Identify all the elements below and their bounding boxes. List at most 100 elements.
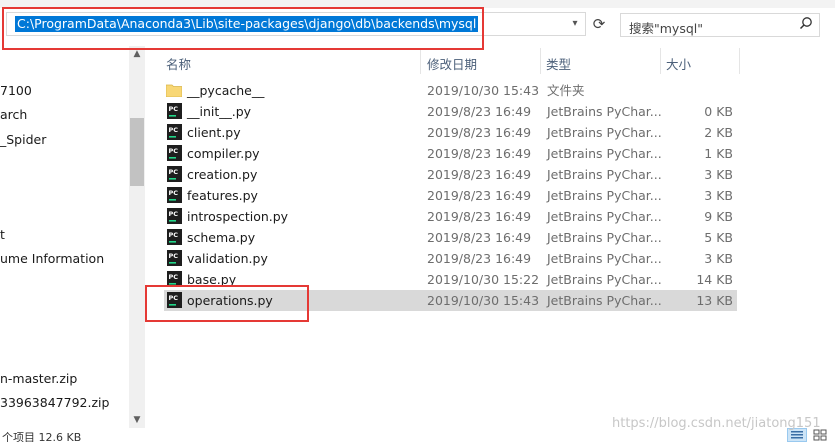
pycharm-file-icon: PC xyxy=(167,229,182,245)
pycharm-file-icon: PC xyxy=(167,166,182,182)
file-row[interactable]: PC operations.py 2019/10/30 15:43 JetBrain… xyxy=(164,290,737,311)
file-date: 2019/8/23 16:49 xyxy=(427,167,532,182)
file-row[interactable]: PC client.py 2019/8/23 16:49 JetBrains PyC… xyxy=(164,122,737,143)
svg-text:PC: PC xyxy=(169,231,179,239)
pycharm-file-icon: PC xyxy=(167,187,182,203)
pycharm-file-icon: PC xyxy=(167,292,182,308)
column-header-date[interactable]: 修改日期 xyxy=(427,54,477,73)
svg-text:PC: PC xyxy=(169,168,179,176)
file-size: 0 KB xyxy=(704,104,733,119)
column-header-type[interactable]: 类型 xyxy=(546,54,571,73)
file-size: 13 KB xyxy=(696,293,733,308)
file-type: JetBrains PyChar... xyxy=(547,125,662,140)
file-size: 9 KB xyxy=(704,209,733,224)
chevron-down-icon[interactable]: ▾ xyxy=(567,15,583,33)
nav-item[interactable]: arch xyxy=(0,107,27,122)
svg-text:PC: PC xyxy=(169,126,179,134)
file-size: 1 KB xyxy=(704,146,733,161)
file-row[interactable]: PC schema.py 2019/8/23 16:49 JetBrains PyC… xyxy=(164,227,737,248)
column-divider[interactable] xyxy=(660,48,661,74)
file-name[interactable]: compiler.py xyxy=(187,145,260,162)
file-type: JetBrains PyChar... xyxy=(547,188,662,203)
pycharm-file-icon: PC xyxy=(167,103,182,119)
nav-item[interactable]: _Spider xyxy=(0,132,46,147)
file-size: 3 KB xyxy=(704,188,733,203)
nav-item[interactable]: ume Information xyxy=(0,251,104,266)
file-size: 2 KB xyxy=(704,125,733,140)
file-row[interactable]: PC features.py 2019/8/23 16:49 JetBrains P… xyxy=(164,185,737,206)
file-type: JetBrains PyChar... xyxy=(547,272,662,287)
file-date: 2019/10/30 15:43 xyxy=(427,83,540,98)
file-size: 3 KB xyxy=(704,251,733,266)
nav-item[interactable]: 7100 xyxy=(0,83,32,98)
file-date: 2019/8/23 16:49 xyxy=(427,125,532,140)
file-row[interactable]: PC compiler.py 2019/8/23 16:49 JetBrains P… xyxy=(164,143,737,164)
file-type: JetBrains PyChar... xyxy=(547,209,662,224)
file-name[interactable]: __init__.py xyxy=(187,103,251,120)
scroll-up-arrow-icon[interactable]: ▲ xyxy=(129,46,145,62)
file-name[interactable]: schema.py xyxy=(187,229,255,246)
svg-text:PC: PC xyxy=(169,210,179,218)
file-name[interactable]: validation.py xyxy=(187,250,268,267)
file-name[interactable]: features.py xyxy=(187,187,258,204)
magnifier-icon[interactable] xyxy=(799,16,813,34)
file-row[interactable]: PC __init__.py 2019/8/23 16:49 JetBrains P… xyxy=(164,101,737,122)
file-type: 文件夹 xyxy=(547,83,585,98)
nav-item[interactable]: n-master.zip xyxy=(0,371,77,386)
address-path-text[interactable]: C:\ProgramData\Anaconda3\Lib\site-packag… xyxy=(15,16,479,32)
file-date: 2019/8/23 16:49 xyxy=(427,188,532,203)
file-date: 2019/8/23 16:49 xyxy=(427,146,532,161)
file-type: JetBrains PyChar... xyxy=(547,167,662,182)
file-date: 2019/8/23 16:49 xyxy=(427,230,532,245)
column-header-name[interactable]: 名称 xyxy=(166,54,191,73)
file-name[interactable]: __pycache__ xyxy=(187,82,264,99)
file-name[interactable]: creation.py xyxy=(187,166,257,183)
navigation-pane: 7100 arch _Spider t ume Information n-ma… xyxy=(0,46,130,442)
pycharm-file-icon: PC xyxy=(167,250,182,266)
svg-text:PC: PC xyxy=(169,147,179,155)
file-size: 3 KB xyxy=(704,167,733,182)
file-row[interactable]: PC introspection.py 2019/8/23 16:49 JetBra… xyxy=(164,206,737,227)
file-date: 2019/8/23 16:49 xyxy=(427,251,532,266)
scrollbar-thumb[interactable] xyxy=(130,118,144,186)
search-placeholder[interactable]: 搜索"mysql" xyxy=(629,18,703,37)
file-name[interactable]: client.py xyxy=(187,124,241,141)
nav-item[interactable]: 33963847792.zip xyxy=(0,395,109,410)
column-divider[interactable] xyxy=(739,48,740,74)
file-row[interactable]: PC base.py 2019/10/30 15:22 JetBrains PyCh… xyxy=(164,269,737,290)
pycharm-file-icon: PC xyxy=(167,124,182,140)
search-input[interactable]: 搜索"mysql" xyxy=(620,13,820,37)
nav-scrollbar[interactable]: ▲ ▼ xyxy=(129,46,145,428)
column-divider[interactable] xyxy=(540,48,541,74)
pycharm-file-icon: PC xyxy=(167,208,182,224)
refresh-icon[interactable]: ⟳ xyxy=(588,13,610,35)
file-type: JetBrains PyChar... xyxy=(547,293,662,308)
pycharm-file-icon: PC xyxy=(167,145,182,161)
watermark-text: https://blog.csdn.net/jiatong151 xyxy=(612,416,821,431)
file-type: JetBrains PyChar... xyxy=(547,230,662,245)
file-list: 名称 修改日期 类型 大小 __pycache__ 2019/10/30 15:4… xyxy=(150,46,835,428)
file-size: 14 KB xyxy=(696,272,733,287)
file-name[interactable]: base.py xyxy=(187,271,236,288)
scroll-down-arrow-icon[interactable]: ▼ xyxy=(129,412,145,428)
address-bar[interactable]: C:\ProgramData\Anaconda3\Lib\site-packag… xyxy=(6,12,586,36)
file-size: 5 KB xyxy=(704,230,733,245)
file-name[interactable]: operations.py xyxy=(187,292,273,309)
file-name[interactable]: introspection.py xyxy=(187,208,288,225)
status-text: 个项目 12.6 KB xyxy=(2,431,82,442)
file-row[interactable]: __pycache__ 2019/10/30 15:43 文件夹 xyxy=(164,80,737,101)
file-date: 2019/8/23 16:49 xyxy=(427,209,532,224)
nav-item[interactable]: t xyxy=(0,227,5,242)
column-divider[interactable] xyxy=(420,48,421,74)
svg-text:PC: PC xyxy=(169,273,179,281)
file-date: 2019/10/30 15:22 xyxy=(427,272,540,287)
column-header-size[interactable]: 大小 xyxy=(666,54,691,73)
file-row[interactable]: PC validation.py 2019/8/23 16:49 JetBrains… xyxy=(164,248,737,269)
file-date: 2019/8/23 16:49 xyxy=(427,104,532,119)
file-type: JetBrains PyChar... xyxy=(547,251,662,266)
pycharm-file-icon: PC xyxy=(167,271,182,287)
svg-text:PC: PC xyxy=(169,252,179,260)
file-row[interactable]: PC creation.py 2019/8/23 16:49 JetBrains P… xyxy=(164,164,737,185)
svg-text:PC: PC xyxy=(169,189,179,197)
folder-icon xyxy=(166,84,182,97)
